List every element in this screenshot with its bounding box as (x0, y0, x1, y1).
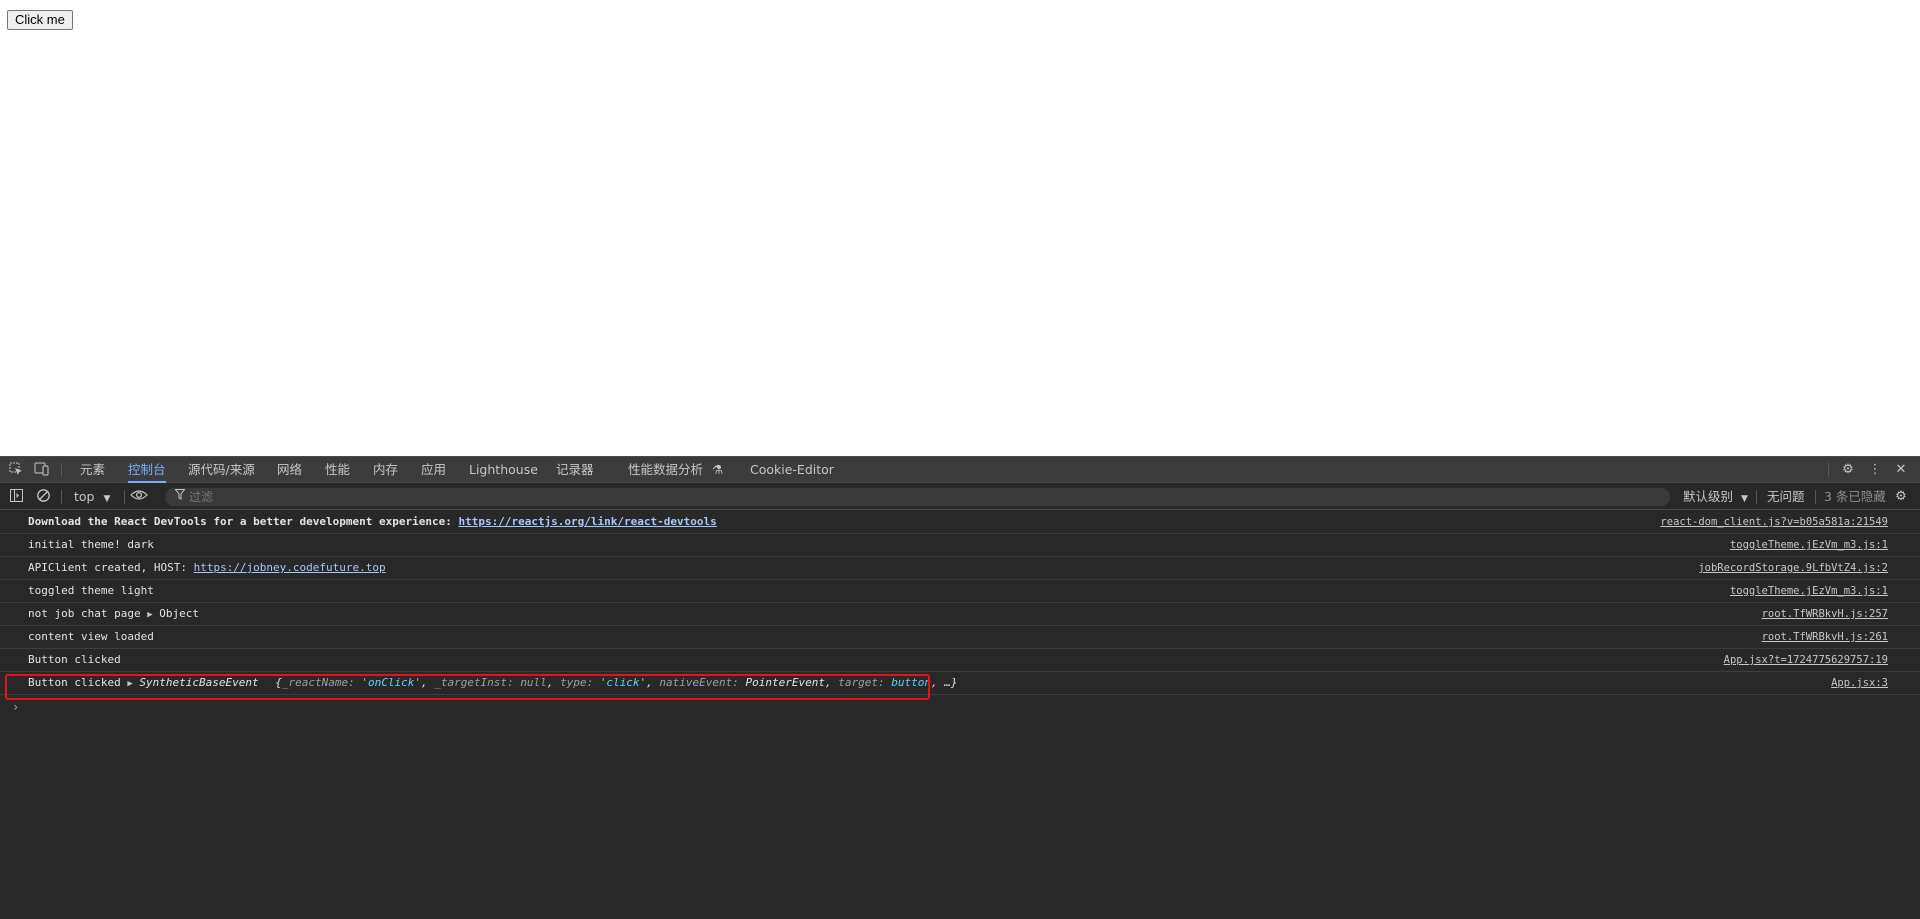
flask-icon: ⚗ (712, 462, 724, 477)
log-source-link[interactable]: App.jsx:3 (1831, 672, 1888, 694)
hidden-count-label: 3 条已隐藏 (1824, 489, 1886, 504)
log-source-link[interactable]: toggleTheme.jEzVm_m3.js:1 (1730, 580, 1888, 602)
inspect-element-icon[interactable] (8, 462, 24, 478)
log-row: toggled theme light toggleTheme.jEzVm_m3… (0, 580, 1920, 603)
console-settings-gear-icon[interactable]: ⚙ (1893, 489, 1909, 505)
tab-elements[interactable]: 元素 (80, 457, 105, 483)
tab-console[interactable]: 控制台 (128, 457, 166, 483)
tab-lighthouse[interactable]: Lighthouse (469, 457, 538, 483)
log-message: Button clicked (28, 653, 121, 666)
brace-close: …} (944, 676, 958, 689)
sidebar-toggle-icon[interactable] (8, 489, 24, 505)
log-row: content view loaded root.TfWRBkvH.js:261 (0, 626, 1920, 649)
log-link[interactable]: https://jobney.codefuture.top (194, 561, 386, 574)
log-message: toggled theme light (28, 584, 154, 597)
close-devtools-icon[interactable]: ✕ (1893, 462, 1909, 478)
log-source-link[interactable]: react-dom_client.js?v=b05a581a:21549 (1660, 511, 1888, 533)
console-log-list: Download the React DevTools for a better… (0, 511, 1920, 695)
log-row: not job chat page ▶ Object root.TfWRBkvH… (0, 603, 1920, 626)
click-me-button[interactable]: Click me (7, 10, 73, 30)
toolbar-separator (61, 490, 62, 504)
tab-cookie-editor[interactable]: Cookie-Editor (750, 457, 834, 483)
tab-application[interactable]: 应用 (421, 457, 446, 483)
log-message: APIClient created, HOST: https://jobney.… (28, 557, 386, 579)
tab-performance-insights[interactable]: 性能数据分析 ⚗ (628, 457, 723, 483)
toolbar-separator (124, 490, 125, 504)
log-levels-dropdown[interactable]: 默认级别 ▼ (1683, 484, 1748, 510)
toolbar-separator (1815, 490, 1816, 504)
filter-field[interactable] (165, 488, 1670, 506)
page-viewport: Click me (0, 0, 1920, 456)
log-message: not job chat page ▶ Object (28, 603, 199, 625)
toolbar-separator (1756, 490, 1757, 504)
tab-sources[interactable]: 源代码/来源 (188, 457, 255, 483)
log-levels-label: 默认级别 (1683, 489, 1734, 504)
console-prompt[interactable]: › (12, 700, 19, 714)
log-row: initial theme! dark toggleTheme.jEzVm_m3… (0, 534, 1920, 557)
log-source-link[interactable]: root.TfWRBkvH.js:257 (1762, 603, 1888, 625)
live-expression-eye-icon[interactable] (130, 489, 148, 505)
log-message: content view loaded (28, 630, 154, 643)
log-message: Download the React DevTools for a better… (28, 511, 717, 533)
dropdown-arrow-icon: ▼ (1741, 494, 1748, 504)
tab-network[interactable]: 网络 (277, 457, 302, 483)
expand-triangle-icon[interactable]: ▶ (147, 610, 152, 620)
clear-console-icon[interactable] (35, 489, 51, 505)
log-row: Download the React DevTools for a better… (0, 511, 1920, 534)
tab-recorder[interactable]: 记录器 (556, 457, 594, 483)
more-options-icon[interactable]: ⋮ (1867, 462, 1883, 478)
context-selector[interactable]: top ▼ (74, 484, 110, 510)
log-source-link[interactable]: toggleTheme.jEzVm_m3.js:1 (1730, 534, 1888, 556)
log-text: not job chat page (28, 607, 148, 620)
tab-separator (61, 463, 62, 477)
log-text: APIClient created, HOST: (28, 561, 194, 574)
dropdown-arrow-icon: ▼ (103, 494, 111, 504)
log-message: initial theme! dark (28, 538, 154, 551)
highlight-box (5, 674, 930, 700)
device-toolbar-icon[interactable] (34, 462, 50, 478)
log-row: APIClient created, HOST: https://jobney.… (0, 557, 1920, 580)
log-link[interactable]: https://reactjs.org/link/react-devtools (458, 515, 716, 528)
console-toolbar: top ▼ 默认级别 ▼ 无问题 3 条已隐藏 ⚙ (0, 484, 1920, 510)
filter-funnel-icon (174, 489, 186, 503)
log-source-link[interactable]: App.jsx?t=1724775629757:19 (1724, 649, 1888, 671)
log-source-link[interactable]: jobRecordStorage.9LfbVtZ4.js:2 (1698, 557, 1888, 579)
log-source-link[interactable]: root.TfWRBkvH.js:261 (1762, 626, 1888, 648)
issues-button[interactable]: 无问题 (1767, 484, 1805, 510)
log-text: Download the React DevTools for a better… (28, 515, 459, 528)
log-object[interactable]: Object (159, 607, 199, 620)
tab-performance-insights-label: 性能数据分析 (628, 462, 704, 477)
filter-input[interactable] (189, 488, 589, 506)
log-row: Button clicked App.jsx?t=1724775629757:1… (0, 649, 1920, 672)
devtools-tab-bar: 元素 控制台 源代码/来源 网络 性能 内存 应用 Lighthouse 记录器… (0, 457, 1920, 483)
tab-memory[interactable]: 内存 (373, 457, 398, 483)
tab-separator (1828, 463, 1829, 477)
settings-gear-icon[interactable]: ⚙ (1840, 462, 1856, 478)
tab-performance[interactable]: 性能 (325, 457, 350, 483)
context-label: top (74, 489, 95, 504)
